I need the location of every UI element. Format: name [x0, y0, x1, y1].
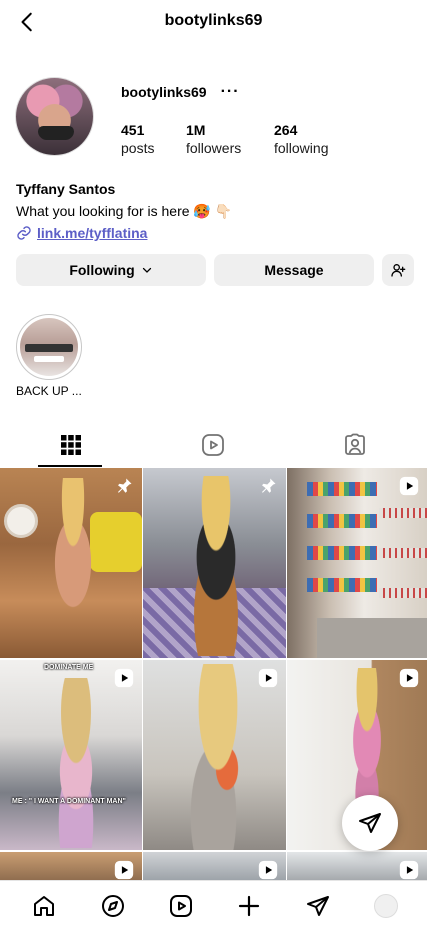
tab-tagged[interactable]	[284, 424, 426, 466]
plus-icon	[238, 895, 260, 917]
post-tile[interactable]	[0, 468, 142, 658]
stat-followers-label: followers	[186, 140, 242, 156]
page-title: bootylinks69	[164, 12, 263, 29]
post-tile[interactable]	[143, 660, 286, 850]
post-caption-bottom: ME : " I WANT A DOMINANT MAN"	[12, 798, 126, 805]
profile-full-name: Tyffany Santos	[16, 181, 116, 197]
stat-followers-count: 1M	[186, 122, 206, 138]
grid-icon	[61, 435, 81, 455]
reel-icon	[399, 860, 419, 880]
profile-avatar	[374, 894, 398, 918]
bottom-nav	[0, 880, 427, 929]
post-tile[interactable]	[287, 468, 427, 658]
highlight-thumbnail	[20, 318, 78, 376]
following-button[interactable]: Following	[16, 254, 206, 286]
reel-icon	[114, 860, 134, 880]
profile-avatar[interactable]	[15, 77, 94, 156]
nav-create[interactable]	[236, 893, 262, 919]
nav-explore[interactable]	[100, 893, 126, 919]
top-bar: bootylinks69	[0, 0, 427, 44]
reels-icon	[170, 895, 192, 917]
profile-bio: What you looking for is here 🥵 👇🏻	[16, 203, 233, 219]
reel-icon	[114, 668, 134, 688]
post-caption-top: DOMINATE ME	[44, 664, 94, 671]
stat-following-label: following	[274, 140, 329, 156]
reel-icon	[258, 860, 278, 880]
explore-icon	[102, 895, 124, 917]
home-icon	[34, 896, 54, 916]
pin-icon	[114, 476, 134, 496]
message-button[interactable]: Message	[214, 254, 374, 286]
reel-icon	[399, 668, 419, 688]
nav-reels[interactable]	[168, 893, 194, 919]
add-user-icon	[391, 264, 406, 277]
highlight-ring	[16, 314, 82, 380]
nav-messages[interactable]	[305, 893, 331, 919]
chevron-down-icon	[142, 267, 151, 273]
active-tab-indicator	[38, 465, 102, 467]
tab-posts[interactable]	[0, 424, 142, 466]
send-icon	[359, 813, 381, 833]
username-row: bootylinks69 ···	[121, 84, 240, 101]
stat-posts-count: 451	[121, 122, 145, 138]
stat-following-count: 264	[274, 122, 298, 138]
profile-username: bootylinks69	[121, 84, 207, 100]
send-message-fab[interactable]	[342, 795, 398, 851]
profile-link[interactable]: link.me/tyfflatina	[16, 225, 147, 241]
story-highlight[interactable]: BACK UP ...	[16, 314, 82, 398]
profile-tabs	[0, 424, 427, 468]
suggest-users-button[interactable]	[382, 254, 414, 286]
post-tile[interactable]	[287, 852, 427, 882]
stat-followers[interactable]: 1M followers	[186, 121, 241, 157]
more-options-button[interactable]: ···	[221, 84, 240, 100]
stat-posts[interactable]: 451 posts	[121, 121, 154, 157]
post-tile[interactable]	[143, 468, 286, 658]
nav-home[interactable]	[31, 893, 57, 919]
reels-icon	[202, 434, 224, 456]
send-icon	[307, 896, 329, 916]
tab-reels[interactable]	[142, 424, 284, 466]
highlight-label: BACK UP ...	[16, 384, 82, 398]
link-icon	[17, 226, 31, 240]
following-label: Following	[69, 262, 135, 278]
pin-icon	[258, 476, 278, 496]
stat-following[interactable]: 264 following	[274, 121, 328, 157]
nav-profile[interactable]	[373, 893, 399, 919]
post-tile[interactable]	[143, 852, 286, 882]
stat-posts-label: posts	[121, 140, 155, 156]
reel-icon	[258, 668, 278, 688]
profile-link-text[interactable]: link.me/tyfflatina	[37, 225, 147, 241]
post-tile[interactable]: DOMINATE ME ME : " I WANT A DOMINANT MAN…	[0, 660, 142, 850]
message-label: Message	[264, 262, 324, 278]
reel-icon	[399, 476, 419, 496]
post-tile[interactable]	[0, 852, 142, 882]
tagged-user-icon	[345, 433, 365, 455]
